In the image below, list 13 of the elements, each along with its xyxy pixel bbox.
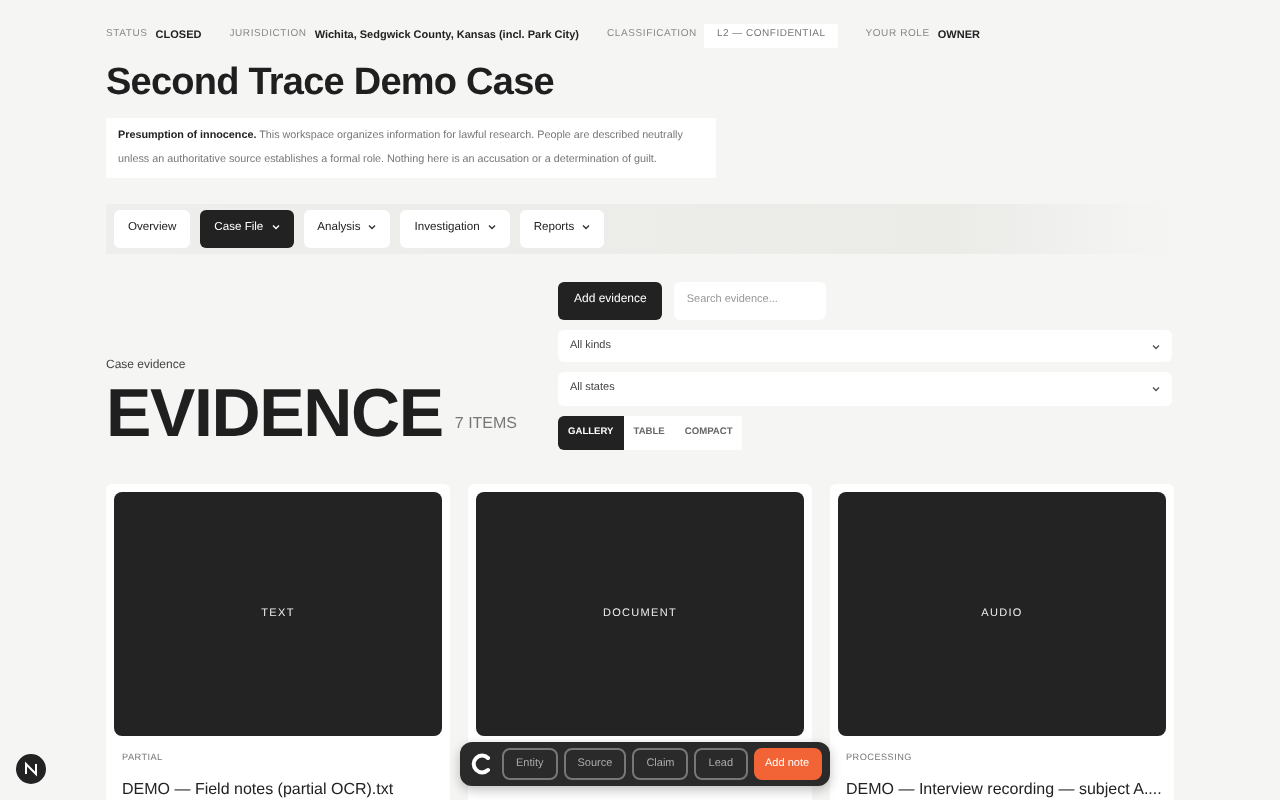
section-heading: EVIDENCE [106,380,443,449]
caret-icon [368,224,377,231]
chevron-icon [1152,385,1160,392]
spinner-icon [468,750,496,779]
logo-icon[interactable] [16,754,46,784]
item-count: 7 ITEMS [454,412,518,437]
chevron-icon [1152,343,1160,350]
case-title: Second Trace Demo Case [106,63,556,105]
card-title: DEMO — Interview recording — subject A.... [846,777,1164,800]
caret-icon [487,224,496,231]
caret-icon [271,224,280,231]
caret-icon [582,224,591,231]
card-title: DEMO — Field notes (partial OCR).txt [122,777,396,800]
